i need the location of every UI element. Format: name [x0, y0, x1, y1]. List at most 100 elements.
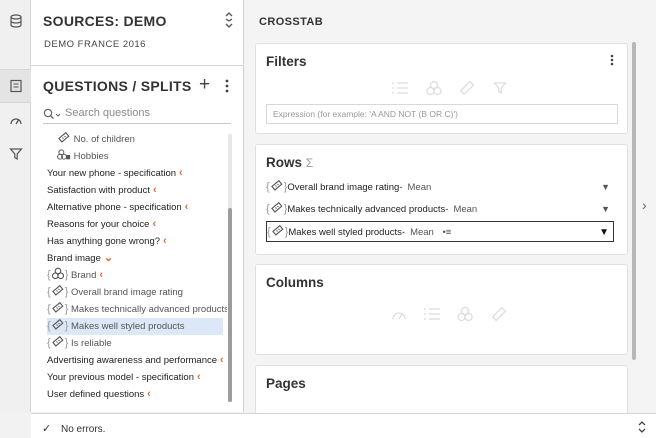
rows-title: Rows Σ: [266, 155, 313, 170]
tree-group-item[interactable]: Brand image ⌄: [47, 250, 113, 267]
tree-item-label: Is reliable: [71, 338, 112, 349]
filter-expression-placeholder: Expression (for example: 'A AND NOT (B O…: [273, 109, 458, 119]
tree-item-label: Makes well styled products: [71, 321, 185, 332]
search-input[interactable]: Search questions: [43, 106, 231, 124]
crosstab-scrollbar[interactable]: [632, 42, 636, 360]
database-icon[interactable]: [0, 4, 31, 38]
sigma-icon[interactable]: Σ: [306, 156, 313, 170]
filter-icon: [493, 82, 507, 95]
filter-expression-input[interactable]: Expression (for example: 'A AND NOT (B O…: [266, 104, 618, 124]
filters-card: Filters Expression (for example: 'A AND …: [255, 43, 628, 134]
row-variable-label: Overall brand image rating: [287, 182, 400, 193]
brace-icon: }: [64, 269, 69, 281]
tree-group-item[interactable]: Your previous model - specification ‹: [47, 369, 201, 386]
tree-item-label: Your previous model - specification: [47, 372, 194, 383]
tree-group-item[interactable]: Reasons for your choice ‹: [47, 216, 156, 233]
tree-question-item[interactable]: {} Is reliable: [47, 335, 112, 352]
tree-item-label: No. of children: [73, 134, 135, 145]
search-placeholder: Search questions: [65, 107, 150, 119]
row-variable-label: Makes well styled products: [288, 227, 402, 238]
circles-icon: [457, 306, 473, 322]
chevron-left-icon[interactable]: ‹: [163, 235, 167, 247]
questions-title: QUESTIONS / SPLITS: [43, 78, 192, 94]
tree-item-label: Alternative phone - specification: [47, 202, 182, 213]
ruler-icon: [459, 80, 475, 96]
ruler-icon: [51, 284, 65, 298]
chevron-left-icon[interactable]: ‹: [147, 388, 151, 400]
tree-group-item[interactable]: Alternative phone - specification ‹: [47, 199, 188, 216]
ruler-icon: [51, 301, 65, 315]
tree-item-label: Has anything gone wrong?: [47, 236, 161, 247]
search-icon: [43, 108, 61, 119]
tree-question-item[interactable]: {} Makes technically advanced products: [47, 301, 227, 318]
chevron-left-icon[interactable]: ‹: [179, 167, 183, 179]
row-variable-dash: -: [401, 227, 406, 238]
tree-group-item[interactable]: Advertising awareness and performance ‹: [47, 352, 224, 369]
left-scrollbar[interactable]: [228, 134, 232, 402]
row-variable-dash: -: [445, 204, 449, 215]
row-variable-item[interactable]: {}Makes well styled products- Mean •≡ ▼: [266, 221, 614, 242]
rows-card: Rows Σ {}Overall brand image rating- Mean…: [255, 144, 628, 255]
chevron-left-icon[interactable]: ‹: [152, 218, 156, 230]
columns-card: Columns: [255, 264, 628, 355]
gauge-icon: [392, 312, 406, 320]
question-tree: No. of children Hobbies Your new phone -…: [31, 131, 227, 403]
brace-icon: }: [64, 286, 69, 298]
row-variable-item[interactable]: {}Makes technically advanced products- Me…: [266, 199, 614, 220]
row-variable-item[interactable]: {}Overall brand image rating- Mean ▼: [266, 177, 614, 198]
crosstab-panel: CROSSTAB Filters Expression (for example…: [245, 0, 656, 415]
sources-title: SOURCES: DEMO: [43, 13, 167, 29]
rows-title-text: Rows: [266, 155, 303, 170]
tree-group-item[interactable]: Has anything gone wrong? ‹: [47, 233, 167, 250]
chevron-left-icon[interactable]: ‹: [197, 371, 201, 383]
dropdown-arrow-icon[interactable]: ▼: [601, 199, 610, 220]
left-scrollbar-thumb[interactable]: [228, 208, 232, 402]
row-statistic: Mean: [453, 204, 478, 215]
dropdown-arrow-icon[interactable]: ▼: [599, 222, 609, 243]
chevron-left-icon[interactable]: ‹: [185, 201, 189, 213]
more-vertical-icon[interactable]: [224, 78, 230, 94]
tree-item-label: Satisfaction with product: [47, 185, 150, 196]
crosstab-title: CROSSTAB: [259, 16, 324, 28]
chevron-right-icon[interactable]: ›: [642, 197, 647, 213]
sources-subtitle: DEMO FRANCE 2016: [44, 39, 146, 50]
brace-icon: }: [64, 303, 69, 315]
ruler-icon: [271, 224, 285, 238]
tree-question-item[interactable]: {} Overall brand image rating: [47, 284, 183, 301]
app-window: SOURCES: DEMO DEMO FRANCE 2016 QUESTIONS…: [0, 0, 656, 438]
chevron-left-icon[interactable]: ‹: [153, 184, 157, 196]
status-message: No errors.: [61, 424, 106, 435]
tree-group-item[interactable]: User defined questions ‹: [47, 386, 151, 403]
tree-question-item[interactable]: {} Brand ‹: [47, 267, 103, 284]
pages-title: Pages: [266, 376, 306, 391]
tree-question-item[interactable]: Hobbies: [57, 148, 109, 165]
group-icon: [57, 149, 71, 162]
chevron-left-icon[interactable]: ‹: [220, 354, 224, 366]
chevron-down-icon[interactable]: ⌄: [104, 252, 113, 264]
tree-group-item[interactable]: Your new phone - specification ‹: [47, 165, 183, 182]
tree-group-item[interactable]: Satisfaction with product ‹: [47, 182, 157, 199]
brace-icon: }: [64, 337, 69, 349]
row-statistic: Mean: [410, 227, 434, 238]
status-bar: ✓ No errors.: [31, 413, 656, 438]
expand-icon[interactable]: [638, 420, 646, 434]
more-vertical-icon[interactable]: [610, 54, 614, 66]
dropdown-arrow-icon[interactable]: ▼: [601, 177, 610, 198]
gauge-icon[interactable]: [0, 104, 31, 138]
list-icon: [424, 308, 440, 320]
chevron-left-icon[interactable]: ‹: [99, 269, 103, 281]
questions-list-icon[interactable]: [0, 69, 31, 103]
tree-item-label: User defined questions: [47, 389, 145, 400]
filter-icon[interactable]: [0, 137, 31, 171]
tree-question-item[interactable]: No. of children: [57, 131, 135, 148]
tree-item-label: Brand: [71, 270, 97, 281]
options-icon[interactable]: •≡: [442, 227, 451, 238]
circles-icon: [51, 267, 65, 281]
brace-icon: }: [64, 320, 69, 332]
tree-item-label: Advertising awareness and performance: [47, 355, 218, 366]
ruler-icon: [270, 201, 284, 215]
add-question-button[interactable]: +: [199, 75, 210, 95]
tree-item-label: Overall brand image rating: [71, 287, 183, 298]
collapse-icon[interactable]: [224, 12, 234, 28]
tree-question-item[interactable]: {} Makes well styled products: [47, 318, 223, 335]
